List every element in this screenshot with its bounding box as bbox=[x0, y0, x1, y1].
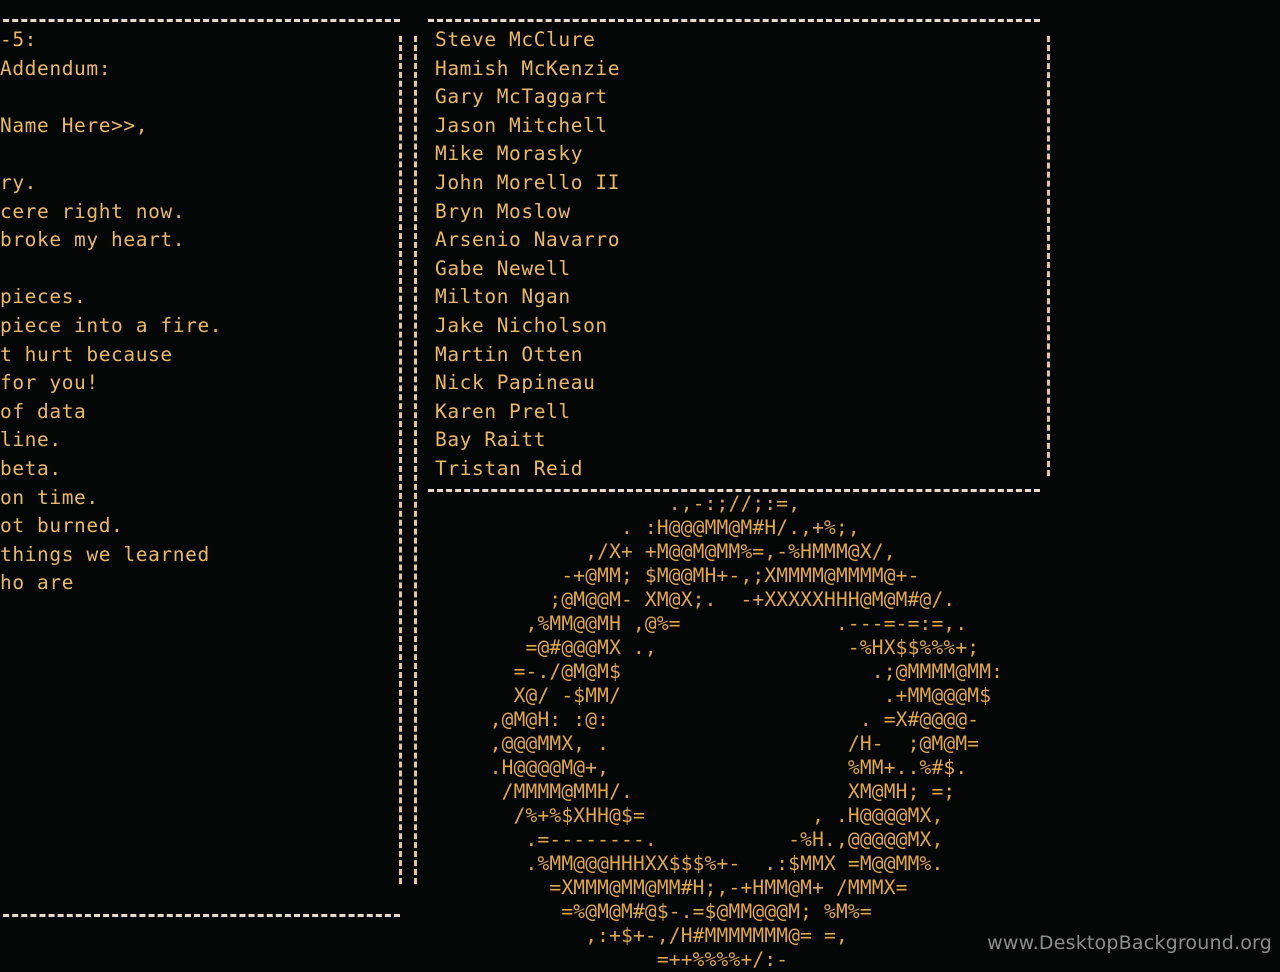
letter-line: ot burned. bbox=[0, 514, 124, 538]
credit-name: Steve McClure bbox=[435, 28, 596, 51]
letter-line: things we learned bbox=[0, 542, 210, 566]
ascii-art-line: . :H@@@MM@M#H/.,+%;, bbox=[430, 516, 860, 539]
letter-line: pieces. bbox=[0, 285, 87, 309]
letter-line: -5: bbox=[0, 28, 38, 51]
ascii-art-line: ,@M@H: :@: . =X#@@@@- bbox=[430, 708, 980, 731]
ascii-art-line: .H@@@@M@+, %MM+..%#$. bbox=[430, 756, 968, 779]
credit-name: Hamish McKenzie bbox=[435, 56, 621, 80]
ascii-art-line: ,/X+ +M@@M@MM%=,-%HMMM@X/, bbox=[430, 540, 896, 563]
credit-name: Jason Mitchell bbox=[435, 113, 608, 137]
ascii-art-line: =@#@@@MX ., -%HX$$%%%+; bbox=[430, 636, 980, 659]
letter-line: cere right now. bbox=[0, 199, 186, 223]
site-watermark: www.DesktopBackground.org bbox=[987, 932, 1272, 954]
credit-name: Gary McTaggart bbox=[435, 85, 608, 109]
credit-name: John Morello II bbox=[435, 170, 621, 194]
letter-text: -5: Addendum: Name Here>>, ry. cere right … bbox=[0, 26, 392, 598]
credits-top-divider bbox=[428, 19, 1040, 22]
credit-name: Jake Nicholson bbox=[435, 313, 608, 337]
ascii-art-line: .=--------. -%H.,@@@@@MX, bbox=[430, 828, 944, 851]
aperture-science-ascii-logo: .,-:;//;:=, . :H@@@MM@M#H/.,+%;, ,/X+ +M… bbox=[430, 492, 1280, 972]
letter-line: Name Here>>, bbox=[0, 113, 149, 137]
credits-names-panel: Steve McClure Hamish McKenzie Gary McTagga… bbox=[412, 0, 1052, 884]
letter-line: piece into a fire. bbox=[0, 313, 223, 337]
letter-line: ry. bbox=[0, 170, 38, 194]
credit-name: Martin Otten bbox=[435, 342, 584, 366]
ascii-art-line: /%+%$XHH@$= , .H@@@@MX, bbox=[430, 804, 944, 827]
ascii-art-line: X@/ -$MM/ .+MM@@@M$ bbox=[430, 684, 992, 707]
letter-line: t hurt because bbox=[0, 342, 173, 366]
credit-name: Bay Raitt bbox=[435, 428, 547, 452]
credits-name-list: Steve McClure Hamish McKenzie Gary McTagga… bbox=[435, 26, 1035, 484]
credit-name: Milton Ngan bbox=[435, 285, 571, 309]
letter-line: Addendum: bbox=[0, 56, 112, 80]
credit-name: Gabe Newell bbox=[435, 256, 571, 280]
credit-name: Bryn Moslow bbox=[435, 199, 571, 223]
credits-left-divider bbox=[414, 36, 417, 884]
credit-name: Karen Prell bbox=[435, 399, 571, 423]
credit-name: Nick Papineau bbox=[435, 371, 596, 395]
letter-line: beta. bbox=[0, 456, 62, 480]
letter-line: on time. bbox=[0, 485, 99, 509]
letter-line bbox=[0, 255, 392, 284]
ascii-art-line: ,@@@MMX, . /H- ;@M@M= bbox=[430, 732, 980, 755]
ascii-art-line: .,-:;//;:=, bbox=[430, 492, 801, 515]
credits-right-divider bbox=[1047, 36, 1050, 476]
ascii-art-line: ,%MM@@MH ,@%= .---=-=:=,. bbox=[430, 612, 968, 635]
letter-line bbox=[0, 83, 392, 112]
ascii-art-line: =XMMM@MM@MM#H;,-+HMM@M+ /MMMX= bbox=[430, 876, 908, 899]
credit-name: Mike Morasky bbox=[435, 142, 584, 166]
letter-line bbox=[0, 140, 392, 169]
ascii-art-line: -+@MM; $M@@MH+-,;XMMMM@MMMM@+- bbox=[430, 564, 920, 587]
credit-name: Arsenio Navarro bbox=[435, 228, 621, 252]
panel-top-divider bbox=[0, 19, 400, 22]
left-letter-panel: -5: Addendum: Name Here>>, ry. cere right … bbox=[0, 0, 402, 924]
letter-line: ho are bbox=[0, 571, 75, 595]
panel-bottom-divider bbox=[0, 914, 400, 917]
letter-line: broke my heart. bbox=[0, 228, 186, 252]
letter-line: for you! bbox=[0, 371, 99, 395]
credits-screen: -5: Addendum: Name Here>>, ry. cere right … bbox=[0, 0, 1280, 971]
letter-line: of data bbox=[0, 399, 87, 423]
ascii-art-line: .%MM@@@HHHXX$$$%+- .:$MMX =M@@MM%. bbox=[430, 852, 944, 875]
credit-name: Tristan Reid bbox=[435, 456, 584, 480]
letter-line: line. bbox=[0, 428, 62, 452]
ascii-art-line: ;@M@@M- XM@X;. -+XXXXXHHH@M@M#@/. bbox=[430, 588, 956, 611]
ascii-art-line: /MMMM@MMH/. XM@MH; =; bbox=[430, 780, 956, 803]
ascii-art-line: =-./@M@M$ .;@MMMM@MM: bbox=[430, 660, 1004, 683]
ascii-art-line: =%@M@M#@$-.=$@MM@@@M; %M%= bbox=[430, 900, 872, 923]
panel-right-divider bbox=[399, 36, 402, 884]
